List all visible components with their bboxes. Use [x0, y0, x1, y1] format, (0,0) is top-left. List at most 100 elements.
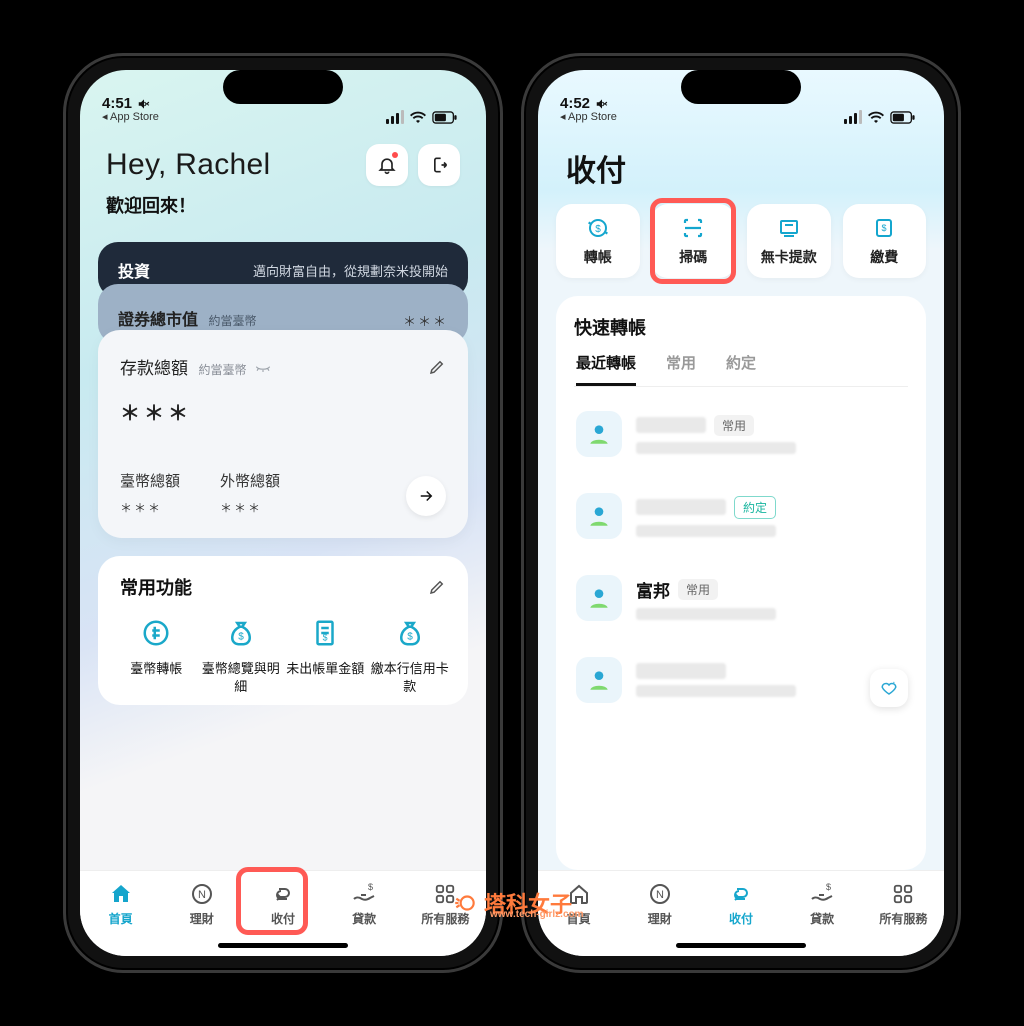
svg-text:$: $ [882, 223, 887, 233]
nav-label: 所有服務 [863, 910, 944, 927]
wifi-icon [868, 111, 884, 123]
bell-icon [377, 155, 397, 175]
deposit-label: 存款總額 [120, 359, 188, 378]
nav-pay[interactable]: 收付 [700, 881, 781, 927]
loan-icon: $ [809, 882, 835, 906]
watermark-icon [452, 890, 478, 916]
qf-label: 臺幣轉帳 [114, 660, 199, 678]
nav-label: 收付 [700, 910, 781, 927]
notification-dot [392, 152, 398, 158]
tabs: 最近轉帳 常用 約定 [574, 352, 908, 387]
redacted [636, 499, 726, 515]
battery-icon [890, 111, 916, 124]
redacted [636, 525, 776, 537]
action-bill[interactable]: $ 繳費 [843, 204, 927, 278]
atm-icon [777, 216, 801, 240]
chip-contract: 約定 [734, 496, 776, 519]
nav-label: 理財 [619, 910, 700, 927]
home-indicator [218, 943, 348, 948]
quick-functions: 常用功能 臺幣轉帳 $ 臺幣總覽與明細 $ 未出帳單金額 [98, 556, 468, 705]
receipt-icon: $ [310, 618, 340, 648]
logout-button[interactable] [418, 144, 460, 186]
watermark: 塔科女子 www.tech-girlz.com [452, 887, 572, 919]
action-label: 掃碼 [679, 247, 707, 267]
action-label: 繳費 [870, 247, 898, 267]
svg-text:$: $ [368, 882, 373, 892]
screen-pay: 4:52 ◂ App Store 收付 $ 轉帳 [538, 70, 944, 956]
redacted [636, 663, 726, 679]
list-item[interactable]: 常用 [574, 393, 908, 475]
list-item[interactable] [574, 639, 908, 721]
securities-label: 證券總市值 [118, 312, 198, 329]
invest-label: 投資 [118, 258, 150, 282]
svg-text:N: N [656, 889, 664, 901]
home-icon [109, 882, 133, 906]
wealth-icon: N [190, 882, 214, 906]
card-deposit[interactable]: 存款總額 約當臺幣 ＊＊＊ 臺幣總額 ＊＊＊ 外幣總額 [98, 330, 468, 538]
nav-loan[interactable]: $ 貸款 [324, 881, 405, 927]
action-cardless[interactable]: 無卡提款 [747, 204, 831, 278]
svg-text:$: $ [826, 882, 831, 892]
qf-label: 繳本行信用卡款 [368, 660, 453, 695]
nav-label: 貸款 [782, 910, 863, 927]
svg-text:$: $ [323, 633, 328, 643]
notifications-button[interactable] [366, 144, 408, 186]
nav-pay[interactable]: 收付 [242, 881, 323, 927]
nav-wealth[interactable]: N 理財 [161, 881, 242, 927]
phone-frame-right: 4:52 ◂ App Store 收付 $ 轉帳 [521, 53, 961, 973]
status-time: 4:51 [102, 96, 132, 112]
status-right [386, 110, 458, 124]
pencil-icon[interactable] [428, 578, 446, 596]
watermark-url: www.tech-girlz.com [490, 909, 584, 920]
nav-wealth[interactable]: N 理財 [619, 881, 700, 927]
status-right [844, 110, 916, 124]
tab-recent[interactable]: 最近轉帳 [576, 352, 636, 386]
nav-label: 貸款 [324, 910, 405, 927]
back-to-appstore[interactable]: ◂ App Store [560, 112, 617, 124]
chip-common: 常用 [714, 415, 754, 436]
wealth-icon: N [648, 882, 672, 906]
list-item[interactable]: 富邦常用 [574, 557, 908, 639]
nav-loan[interactable]: $ 貸款 [782, 881, 863, 927]
grid-icon [892, 883, 914, 905]
transfer-icon [141, 618, 171, 648]
tab-common[interactable]: 常用 [666, 352, 696, 386]
nav-all[interactable]: 所有服務 [863, 881, 944, 927]
person-icon [586, 503, 612, 529]
tab-contract[interactable]: 約定 [726, 352, 756, 386]
nav-home[interactable]: 首頁 [80, 881, 161, 927]
redacted [636, 442, 796, 454]
svg-text:$: $ [407, 631, 413, 642]
back-to-appstore[interactable]: ◂ App Store [102, 112, 159, 124]
bottom-nav: 首頁 N 理財 收付 $ 貸款 所有服務 [80, 870, 486, 956]
avatar [576, 411, 622, 457]
qf-paycard[interactable]: $ 繳本行信用卡款 [368, 614, 453, 695]
qf-overview[interactable]: $ 臺幣總覽與明細 [199, 614, 284, 695]
phone-frame-left: 4:51 ◂ App Store Hey, Rachel [63, 53, 503, 973]
action-transfer[interactable]: $ 轉帳 [556, 204, 640, 278]
bill-icon: $ [872, 216, 896, 240]
page-title: 收付 [538, 126, 944, 204]
action-label: 無卡提款 [761, 247, 817, 267]
signal-icon [386, 110, 404, 124]
action-scan[interactable]: 掃碼 [652, 204, 736, 278]
securities-sub: 約當臺幣 [208, 314, 256, 328]
chip-common: 常用 [678, 579, 718, 600]
arrow-right-icon [417, 487, 435, 505]
qf-unbilled[interactable]: $ 未出帳單金額 [283, 614, 368, 695]
redacted [636, 608, 776, 620]
list-item[interactable]: 約定 [574, 475, 908, 557]
pencil-icon[interactable] [428, 358, 446, 376]
favorite-button[interactable] [870, 669, 908, 707]
transfer-icon: $ [586, 216, 610, 240]
card-expand-button[interactable] [406, 476, 446, 516]
redacted [636, 417, 706, 433]
fx-label: 外幣總額 [220, 470, 280, 491]
moneybag-icon: $ [395, 618, 425, 648]
bottom-nav: 首頁 N 理財 收付 $ 貸款 所有服務 [538, 870, 944, 956]
avatar [576, 657, 622, 703]
twd-label: 臺幣總額 [120, 470, 180, 491]
eye-off-icon[interactable] [255, 365, 271, 375]
nav-label: 首頁 [80, 910, 161, 927]
qf-transfer[interactable]: 臺幣轉帳 [114, 614, 199, 695]
